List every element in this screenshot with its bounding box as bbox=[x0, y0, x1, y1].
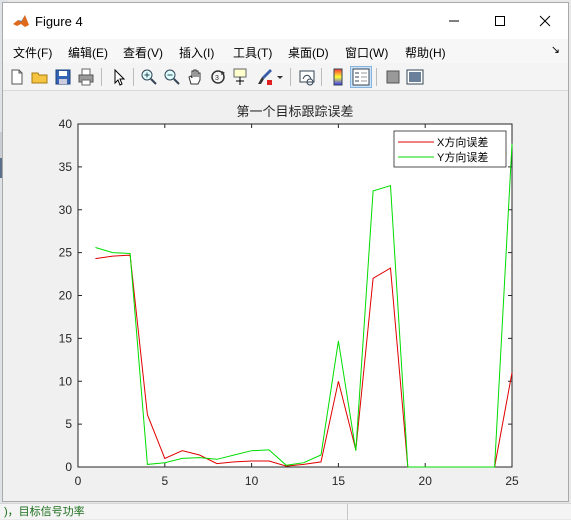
toolbar-separator bbox=[321, 68, 322, 86]
select-arrow-icon[interactable] bbox=[109, 67, 129, 87]
new-figure-icon[interactable] bbox=[7, 67, 27, 87]
menu-desktop[interactable]: 桌面(D) bbox=[288, 44, 329, 61]
minimize-icon bbox=[449, 20, 459, 22]
menu-edit[interactable]: 编辑(E) bbox=[68, 44, 108, 61]
x-tick-label: 5 bbox=[161, 474, 168, 488]
zoom-out-icon[interactable] bbox=[162, 67, 182, 87]
rotate-3d-icon[interactable]: 3 bbox=[208, 67, 228, 87]
y-tick-label: 30 bbox=[59, 203, 73, 217]
chart-title: 第一个目标跟踪误差 bbox=[236, 104, 353, 119]
close-icon bbox=[539, 15, 551, 27]
legend-label-x: X方向误差 bbox=[437, 135, 488, 149]
menu-help[interactable]: 帮助(H) bbox=[405, 44, 446, 61]
minimize-button[interactable] bbox=[431, 3, 477, 39]
brush-icon[interactable] bbox=[255, 67, 275, 87]
y-tick-label: 25 bbox=[59, 246, 73, 260]
y-tick-label: 5 bbox=[65, 417, 72, 431]
y-tick-label: 35 bbox=[59, 160, 73, 174]
data-cursor-icon[interactable] bbox=[231, 67, 251, 87]
figure-toolbar: 3 bbox=[3, 63, 568, 91]
y-tick-label: 15 bbox=[59, 331, 73, 345]
menu-bar: 文件(F) 编辑(E) 查看(V) 插入(I) 工具(T) 桌面(D) 窗口(W… bbox=[3, 39, 568, 63]
toolbar-separator bbox=[101, 68, 102, 86]
brush-dropdown-icon[interactable] bbox=[275, 67, 285, 87]
y-tick-label: 20 bbox=[59, 289, 73, 303]
menu-tools[interactable]: 工具(T) bbox=[233, 44, 272, 61]
colorbar-icon[interactable] bbox=[328, 67, 348, 87]
hide-plot-tools-icon[interactable] bbox=[383, 67, 403, 87]
menu-window[interactable]: 窗口(W) bbox=[345, 44, 388, 61]
close-button[interactable] bbox=[522, 3, 568, 39]
maximize-button[interactable] bbox=[477, 3, 523, 39]
background-app-text: )，目标信号功率 bbox=[4, 506, 85, 518]
x-tick-label: 25 bbox=[505, 474, 519, 488]
x-tick-label: 20 bbox=[419, 474, 433, 488]
legend-icon[interactable] bbox=[350, 66, 372, 88]
menu-overflow-icon[interactable]: ↘ bbox=[551, 43, 560, 56]
link-plot-icon[interactable] bbox=[297, 67, 317, 87]
open-file-icon[interactable] bbox=[30, 67, 50, 87]
y-tick-label: 10 bbox=[59, 374, 73, 388]
y-tick-label: 40 bbox=[59, 117, 73, 131]
svg-text:3: 3 bbox=[215, 75, 219, 82]
figure-window: Figure 4 文件(F) 编辑(E) 查看(V) 插入(I) 工具(T) 桌… bbox=[2, 2, 569, 502]
toolbar-separator bbox=[376, 68, 377, 86]
x-tick-label: 0 bbox=[75, 474, 82, 488]
title-bar[interactable]: Figure 4 bbox=[3, 3, 568, 39]
maximize-icon bbox=[495, 16, 505, 26]
matlab-icon bbox=[13, 15, 29, 27]
show-plot-tools-icon[interactable] bbox=[405, 67, 425, 87]
pan-hand-icon[interactable] bbox=[185, 67, 205, 87]
window-title: Figure 4 bbox=[35, 14, 83, 29]
toolbar-separator bbox=[133, 68, 134, 86]
menu-insert[interactable]: 插入(I) bbox=[179, 44, 214, 61]
y-tick-label: 0 bbox=[65, 460, 72, 474]
legend-label-y: Y方向误差 bbox=[437, 150, 488, 164]
menu-view[interactable]: 查看(V) bbox=[123, 44, 163, 61]
toolbar-separator bbox=[290, 68, 291, 86]
zoom-in-icon[interactable] bbox=[139, 67, 159, 87]
x-tick-label: 10 bbox=[245, 474, 259, 488]
save-icon[interactable] bbox=[53, 67, 73, 87]
figure-canvas[interactable]: 0 5 10 15 20 25 0 5 10 15 20 25 30 35 40 第一个目标跟踪误差 X方向… bbox=[3, 91, 568, 501]
x-tick-label: 15 bbox=[332, 474, 346, 488]
background-app-divider bbox=[347, 504, 348, 520]
background-app-status: )，目标信号功率 bbox=[0, 503, 571, 520]
print-icon[interactable] bbox=[76, 67, 96, 87]
menu-file[interactable]: 文件(F) bbox=[13, 44, 52, 61]
chart-svg[interactable]: 0 5 10 15 20 25 0 5 10 15 20 25 30 35 40 第一个目标跟踪误差 X方向… bbox=[3, 91, 568, 501]
legend[interactable]: X方向误差 Y方向误差 bbox=[393, 130, 507, 168]
